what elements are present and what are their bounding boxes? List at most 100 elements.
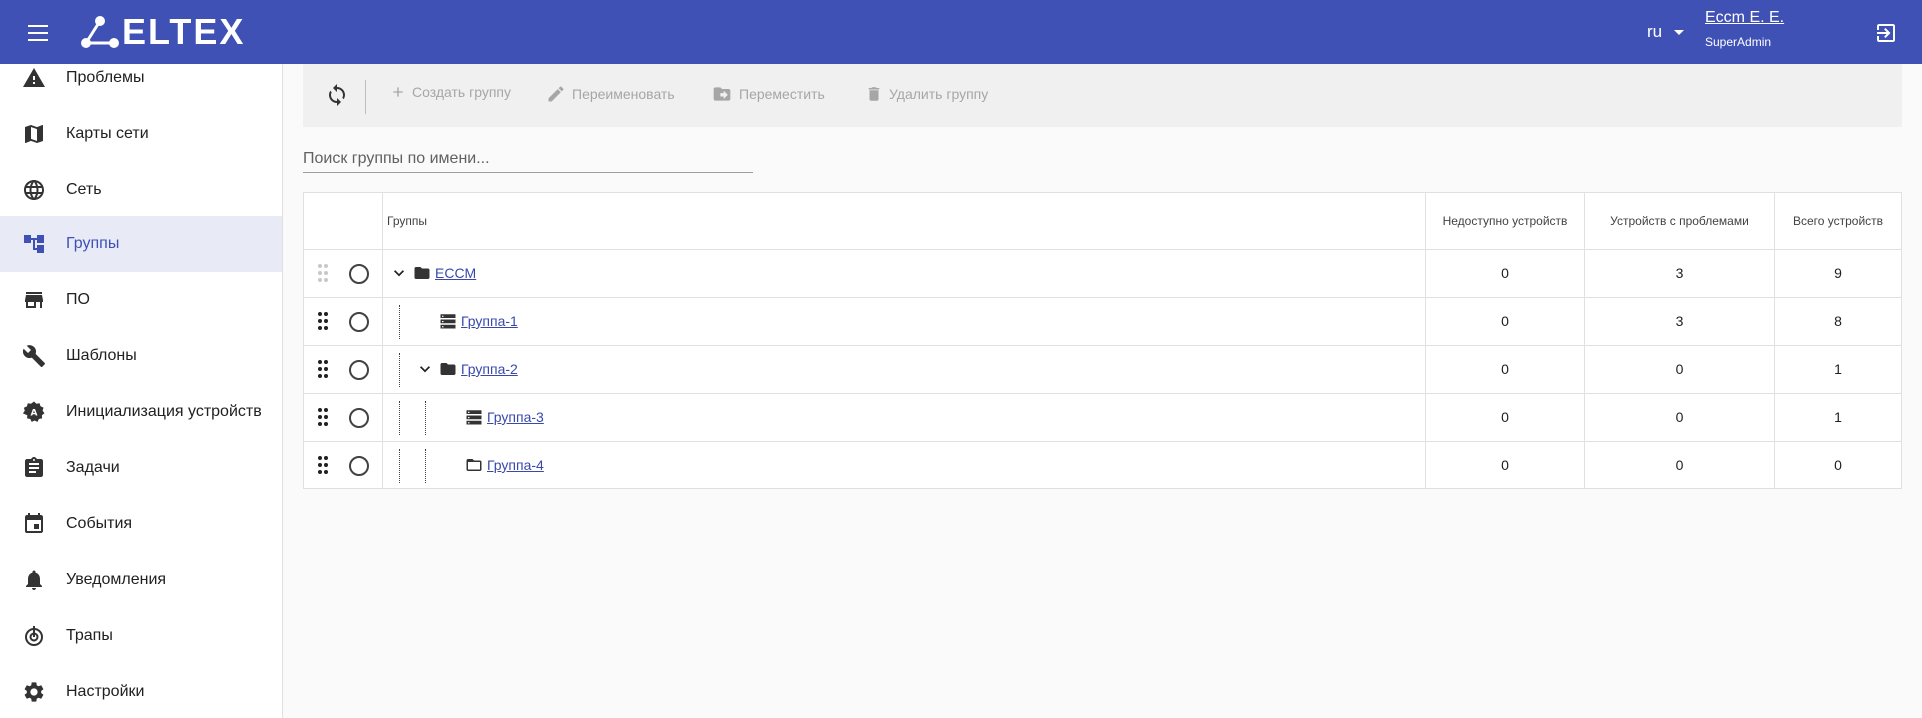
rename-label: Переименовать <box>572 86 675 102</box>
unavailable-count: 0 <box>1501 313 1509 329</box>
sidebar: Проблемы Карты сети Сеть Группы ПО Шабло… <box>0 64 283 718</box>
total-count: 9 <box>1834 265 1842 281</box>
sidebar-item-label: Инициализация устройств <box>66 403 262 420</box>
unavailable-count: 0 <box>1501 409 1509 425</box>
table-row[interactable]: Группа-3 0 0 1 <box>304 393 1901 441</box>
chevron-down-icon[interactable] <box>415 359 435 379</box>
unavailable-count: 0 <box>1501 457 1509 473</box>
sidebar-item-problems[interactable]: Проблемы <box>0 50 282 106</box>
language-select[interactable]: ru <box>1647 22 1685 42</box>
sidebar-item-label: Карты сети <box>66 125 149 142</box>
folder-move-icon <box>713 87 731 101</box>
logout-icon[interactable] <box>1874 21 1898 45</box>
group-link[interactable]: Группа-4 <box>487 457 544 473</box>
map-icon <box>25 125 43 143</box>
drag-handle-icon[interactable] <box>318 455 328 475</box>
sidebar-item-network-maps[interactable]: Карты сети <box>0 106 282 162</box>
tree-guide-line <box>399 401 400 435</box>
sidebar-item-events[interactable]: События <box>0 496 282 552</box>
user-name-link[interactable]: Eccm E. E. <box>1705 9 1784 27</box>
table-row[interactable]: Группа-4 0 0 0 <box>304 441 1901 489</box>
sidebar-item-tasks[interactable]: Задачи <box>0 440 282 496</box>
create-group-button[interactable]: Создать группу <box>390 84 511 100</box>
globe-icon <box>24 180 44 200</box>
sidebar-item-settings[interactable]: Настройки <box>0 664 282 718</box>
bell-icon <box>26 570 42 590</box>
sidebar-item-templates[interactable]: Шаблоны <box>0 328 282 384</box>
caret-down-icon <box>1674 29 1685 35</box>
group-link[interactable]: ECCM <box>435 265 476 281</box>
groups-tree-icon <box>24 235 44 253</box>
rename-button[interactable]: Переименовать <box>546 84 675 104</box>
drag-handle-icon[interactable] <box>318 359 328 379</box>
sidebar-item-label: Уведомления <box>66 571 167 588</box>
sidebar-item-label: Проблемы <box>66 69 145 86</box>
problems-count: 3 <box>1675 313 1684 329</box>
tree-guide-line <box>399 353 400 387</box>
column-header-total[interactable]: Всего устройств <box>1775 193 1901 249</box>
problems-count: 0 <box>1675 409 1684 425</box>
device-list-icon <box>466 410 482 425</box>
trap-icon <box>25 626 43 646</box>
store-icon <box>25 292 43 308</box>
sidebar-item-software[interactable]: ПО <box>0 272 282 328</box>
sidebar-item-notifications[interactable]: Уведомления <box>0 552 282 608</box>
app-header: ELTEX ru Eccm E. E. SuperAdmin <box>0 0 1922 64</box>
row-radio[interactable] <box>349 408 369 428</box>
column-header-unavailable[interactable]: Недоступно устройств <box>1426 193 1584 249</box>
table-row[interactable]: Группа-1 0 3 8 <box>304 297 1901 345</box>
group-search-input[interactable] <box>303 145 753 173</box>
sidebar-item-device-init[interactable]: A Инициализация устройств <box>0 384 282 440</box>
user-info: Eccm E. E. SuperAdmin <box>1705 9 1784 49</box>
svg-text:A: A <box>31 409 38 419</box>
sidebar-item-label: Группы <box>66 235 120 252</box>
tree-guide-line <box>425 401 426 435</box>
row-radio[interactable] <box>349 264 369 284</box>
table-row[interactable]: ECCM 0 3 9 <box>304 249 1901 297</box>
calendar-icon <box>25 513 43 533</box>
folder-outline-icon <box>466 459 482 471</box>
plus-icon <box>393 87 403 97</box>
total-count: 1 <box>1834 361 1842 377</box>
group-link[interactable]: Группа-3 <box>487 409 544 425</box>
refresh-icon[interactable] <box>325 83 349 107</box>
column-header-groups[interactable]: Группы <box>387 193 427 249</box>
drag-handle-icon[interactable] <box>318 311 328 331</box>
clipboard-icon <box>25 457 43 477</box>
delete-group-label: Удалить группу <box>889 86 989 102</box>
tree-guide-line <box>399 305 400 339</box>
total-count: 0 <box>1834 457 1842 473</box>
sidebar-item-label: Задачи <box>66 459 120 476</box>
table-row[interactable]: Группа-2 0 0 1 <box>304 345 1901 393</box>
sidebar-item-label: Шаблоны <box>66 347 137 364</box>
move-label: Переместить <box>739 86 825 102</box>
sidebar-item-network[interactable]: Сеть <box>0 162 282 218</box>
row-radio[interactable] <box>349 456 369 476</box>
warning-icon <box>23 68 45 87</box>
move-button[interactable]: Переместить <box>711 84 825 104</box>
sidebar-item-traps[interactable]: Трапы <box>0 608 282 664</box>
toolbar-divider <box>365 80 366 114</box>
drag-handle-icon[interactable] <box>318 263 328 283</box>
menu-icon[interactable] <box>22 20 54 44</box>
unavailable-count: 0 <box>1501 265 1509 281</box>
sidebar-item-groups[interactable]: Группы <box>0 216 282 272</box>
folder-filled-icon <box>414 267 430 279</box>
total-count: 8 <box>1834 313 1842 329</box>
eltex-logo[interactable]: ELTEX <box>80 11 245 52</box>
drag-handle-icon[interactable] <box>318 407 328 427</box>
group-link[interactable]: Группа-1 <box>461 313 518 329</box>
problems-count: 3 <box>1675 265 1684 281</box>
problems-count: 0 <box>1675 361 1684 377</box>
row-radio[interactable] <box>349 360 369 380</box>
tree-guide-line <box>425 449 426 483</box>
problems-count: 0 <box>1675 457 1684 473</box>
sidebar-item-label: Сеть <box>66 181 102 198</box>
group-link[interactable]: Группа-2 <box>461 361 518 377</box>
row-radio[interactable] <box>349 312 369 332</box>
init-gear-icon: A <box>22 401 45 422</box>
delete-group-button[interactable]: Удалить группу <box>865 84 988 104</box>
column-header-problems[interactable]: Устройств с проблемами <box>1585 193 1774 249</box>
folder-filled-icon <box>440 363 456 375</box>
chevron-down-icon[interactable] <box>389 263 409 283</box>
